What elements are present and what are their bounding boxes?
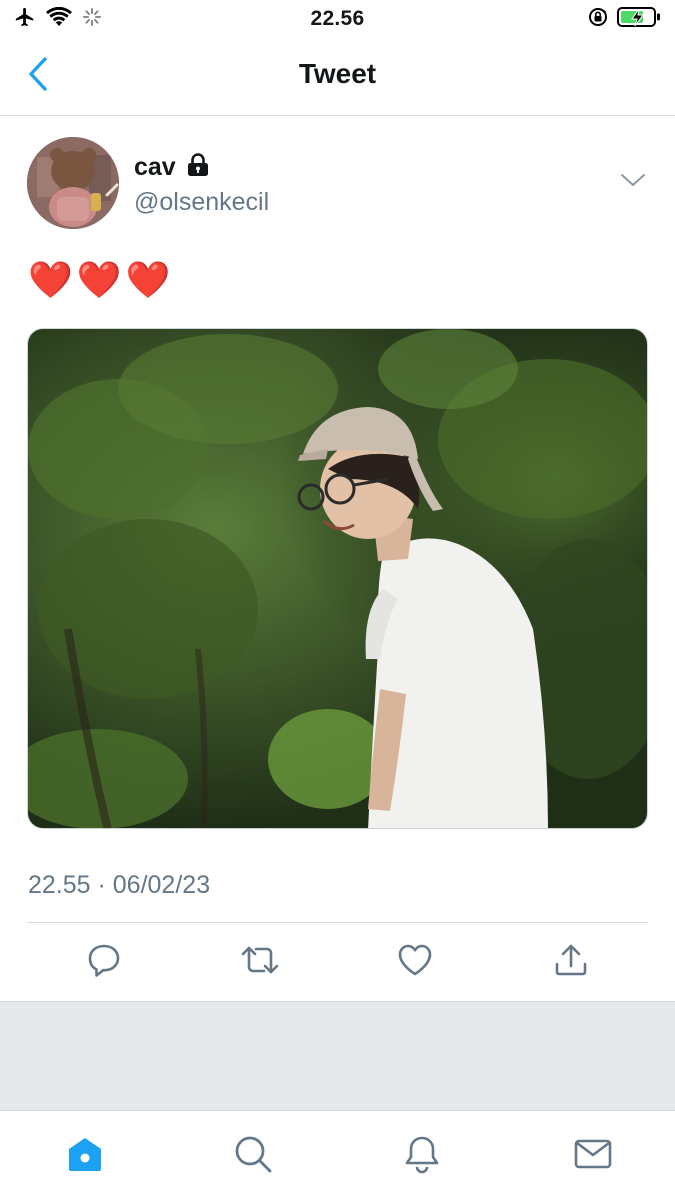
tab-search[interactable] (228, 1131, 278, 1181)
tweet-options-button[interactable] (613, 166, 653, 198)
tab-notifications[interactable] (397, 1131, 447, 1181)
tab-home[interactable] (60, 1131, 110, 1181)
share-button[interactable] (547, 940, 595, 984)
display-name-row: cav (134, 153, 269, 182)
search-icon (233, 1134, 273, 1179)
orientation-lock-icon (587, 6, 609, 33)
divider (27, 922, 648, 923)
display-name: cav (134, 153, 176, 181)
retweet-icon (240, 942, 280, 983)
tweet-actions (27, 940, 648, 984)
battery-charging-icon (617, 6, 661, 33)
user-handle: @olsenkecil (134, 188, 270, 216)
chevron-down-icon (620, 172, 646, 193)
avatar[interactable] (27, 137, 119, 229)
empty-replies-area (0, 1001, 675, 1111)
status-bar: 22.56 (0, 0, 675, 38)
bell-icon (402, 1134, 442, 1179)
user-block[interactable]: cav @olsenkecil (134, 153, 269, 217)
status-time: 22.56 (310, 7, 365, 30)
status-right (587, 6, 661, 33)
nav-bar: Tweet (0, 38, 675, 116)
lock-icon (186, 153, 210, 182)
heart-icon (397, 943, 433, 982)
tweet-media[interactable] (27, 328, 648, 829)
share-icon (553, 942, 589, 983)
page-title: Tweet (298, 58, 377, 89)
tab-bar (0, 1111, 675, 1200)
reply-button[interactable] (80, 940, 128, 984)
tweet-timestamp: 22.55 · 06/02/23 (28, 871, 211, 899)
home-icon (65, 1134, 105, 1179)
tweet-photo (28, 329, 647, 828)
mail-icon (573, 1134, 613, 1179)
like-button[interactable] (391, 940, 439, 984)
comment-icon (86, 942, 122, 983)
tab-messages[interactable] (568, 1131, 618, 1181)
retweet-button[interactable] (236, 940, 284, 984)
tweet-text: ❤️❤️❤️ (28, 259, 175, 300)
